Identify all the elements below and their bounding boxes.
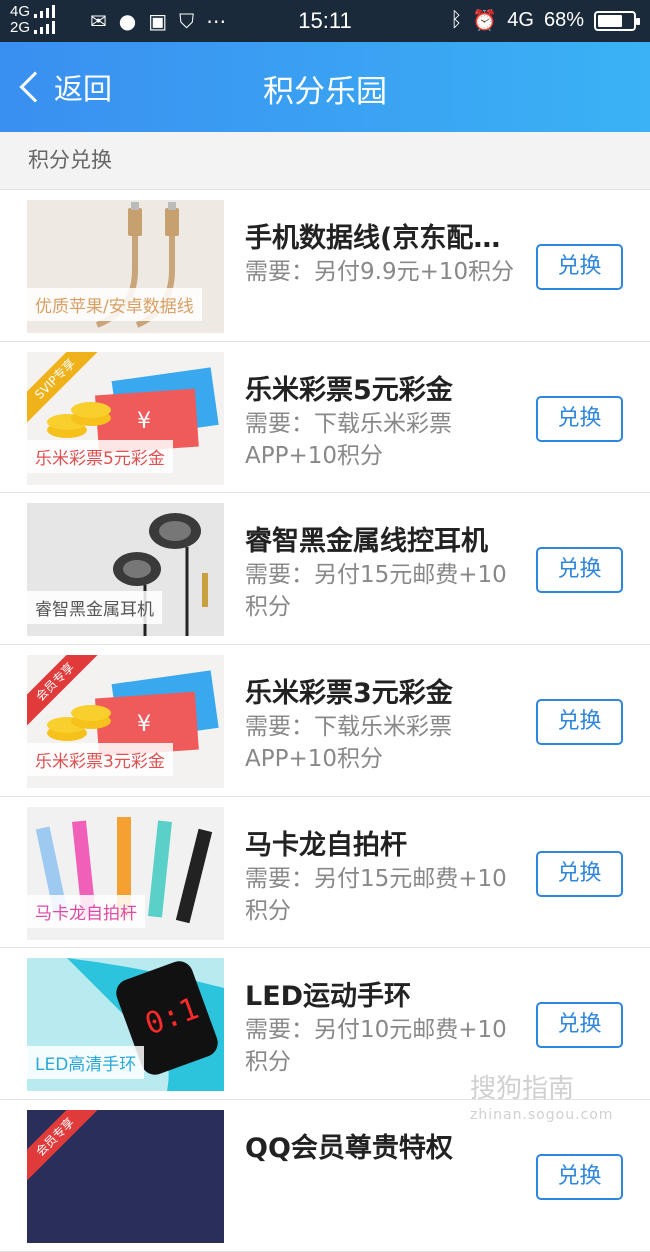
product-name: QQ会员尊贵特权	[245, 1133, 453, 1165]
list-item: 会员专享 QQ会员尊贵特权 兑换	[0, 1100, 650, 1252]
promo-ribbon: 会员专享	[27, 1110, 106, 1188]
product-image: 马卡龙自拍杆	[27, 806, 224, 940]
list-item: 0:1 LED高清手环 LED运动手环 需要：另付10元邮费+10积分 兑换	[0, 948, 650, 1101]
exchange-button[interactable]: 兑换	[536, 1154, 623, 1201]
product-caption: 乐米彩票3元彩金	[27, 743, 173, 777]
product-requirement: 需要：另付9.9元+10积分	[245, 259, 515, 285]
product-caption: 乐米彩票5元彩金	[27, 439, 173, 473]
product-image: ¥ 会员专享 乐米彩票3元彩金	[27, 655, 224, 789]
exchange-button[interactable]: 兑换	[536, 395, 623, 442]
exchange-button[interactable]: 兑换	[536, 547, 623, 594]
product-caption: LED高清手环	[27, 1046, 145, 1080]
product-caption: 优质苹果/安卓数据线	[27, 288, 202, 321]
svg-text:¥: ¥	[137, 712, 151, 737]
product-image: 睿智黑金属耳机	[27, 503, 224, 637]
app-header: 返回 积分乐园	[0, 42, 650, 132]
product-name: 乐米彩票5元彩金	[245, 374, 453, 406]
list-item: ¥ SVIP专享 乐米彩票5元彩金 乐米彩票5元彩金 需要：下载乐米彩票APP+…	[0, 341, 650, 494]
status-right: ᛒ ⏰ 4G 68%	[450, 8, 640, 33]
product-requirement: 需要：下载乐米彩票APP+10积分	[245, 714, 452, 773]
exchange-button[interactable]: 兑换	[536, 850, 623, 897]
product-caption: 睿智黑金属耳机	[27, 591, 162, 625]
list-item: 睿智黑金属耳机 睿智黑金属线控耳机 需要：另付15元邮费+10积分 兑换	[0, 493, 650, 646]
product-image: 0:1 LED高清手环	[27, 958, 224, 1092]
status-bar: 4G 2G ✉●▣⛉⋯ 15:11 ᛒ ⏰ 4G 68%	[0, 0, 650, 42]
product-name: LED运动手环	[245, 981, 412, 1013]
network-label: 4G	[507, 9, 534, 31]
chevron-left-icon	[19, 71, 51, 103]
product-requirement: 需要：另付10元邮费+10积分	[245, 1017, 507, 1076]
svg-text:¥: ¥	[137, 409, 151, 434]
product-image: 会员专享	[27, 1110, 224, 1244]
product-name: 乐米彩票3元彩金	[245, 678, 453, 710]
product-image: ¥ SVIP专享 乐米彩票5元彩金	[27, 351, 224, 485]
back-button[interactable]: 返回	[14, 66, 112, 108]
battery-percent: 68%	[543, 9, 584, 31]
battery-icon	[594, 10, 640, 31]
exchange-button[interactable]: 兑换	[536, 244, 623, 290]
alarm-icon: ⏰	[472, 10, 498, 32]
product-requirement: 需要：另付15元邮费+10积分	[245, 562, 507, 621]
back-label: 返回	[54, 72, 113, 106]
exchange-button[interactable]: 兑换	[536, 699, 623, 746]
product-name: 手机数据线(京东配…	[245, 223, 501, 254]
section-title: 积分兑换	[0, 132, 650, 190]
product-requirement: 需要：下载乐米彩票APP+10积分	[245, 410, 452, 469]
exchange-button[interactable]: 兑换	[536, 1002, 623, 1049]
bluetooth-icon: ᛒ	[450, 9, 463, 31]
product-image: 优质苹果/安卓数据线	[27, 200, 224, 333]
exchange-list: 优质苹果/安卓数据线 手机数据线(京东配… 需要：另付9.9元+10积分 兑换 …	[0, 190, 650, 1252]
list-item: 马卡龙自拍杆 马卡龙自拍杆 需要：另付15元邮费+10积分 兑换	[0, 796, 650, 949]
product-name: 睿智黑金属线控耳机	[245, 526, 488, 558]
list-item: 优质苹果/安卓数据线 手机数据线(京东配… 需要：另付9.9元+10积分 兑换	[0, 190, 650, 342]
list-item: ¥ 会员专享 乐米彩票3元彩金 乐米彩票3元彩金 需要：下载乐米彩票APP+10…	[0, 645, 650, 797]
product-name: 马卡龙自拍杆	[245, 829, 407, 861]
product-requirement: 需要：另付15元邮费+10积分	[245, 865, 507, 924]
product-caption: 马卡龙自拍杆	[27, 894, 145, 928]
